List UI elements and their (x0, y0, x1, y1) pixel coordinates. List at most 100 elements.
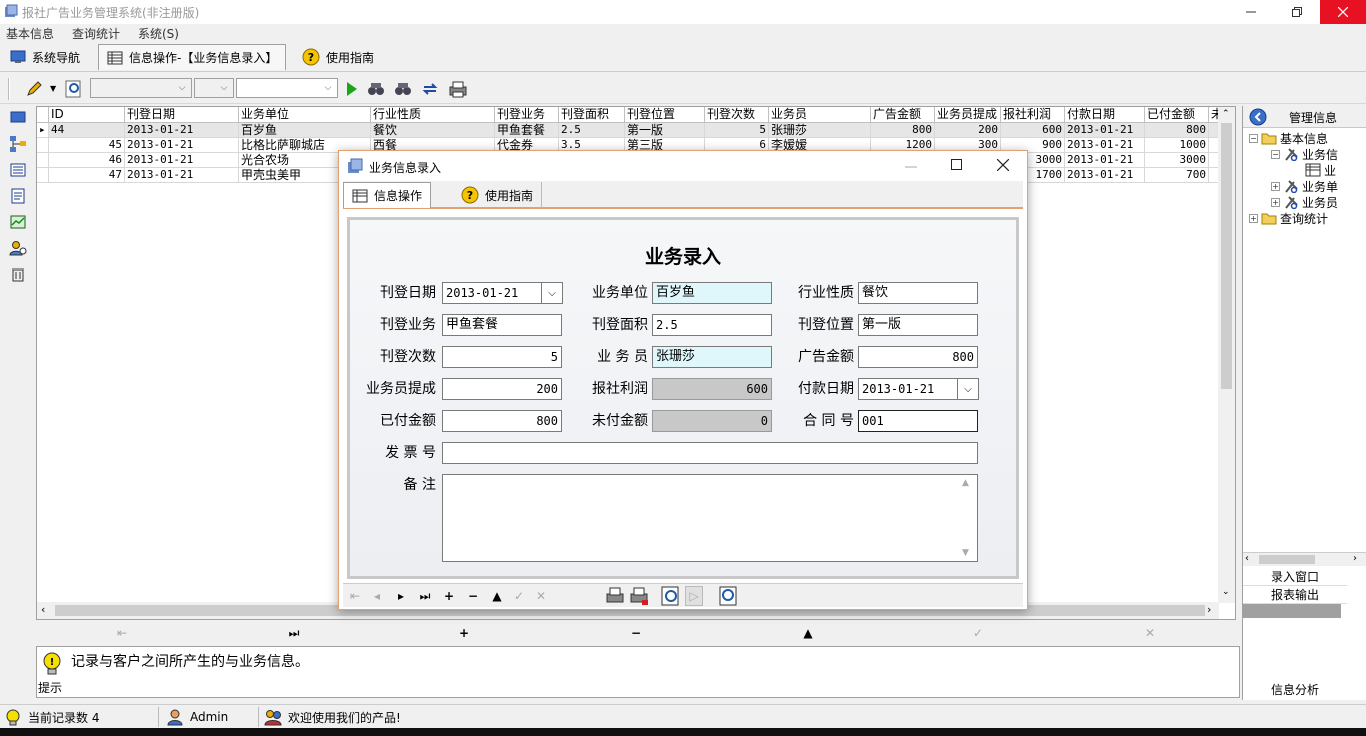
delete-record-button[interactable]: − (463, 587, 483, 605)
value-select[interactable]: ⌵ (236, 78, 338, 98)
insert-record-button[interactable]: + (456, 625, 472, 641)
tree-expander-icon[interactable]: + (1271, 197, 1280, 207)
table-cell[interactable]: 2013-01-21 (1065, 153, 1145, 168)
search-button[interactable] (719, 586, 739, 606)
pub-date-field[interactable]: 2013-01-21 (442, 282, 542, 304)
find-next-button[interactable] (393, 79, 413, 99)
table-cell[interactable]: 2.5 (559, 123, 625, 138)
remark-textarea[interactable] (442, 474, 978, 562)
nav-list-button[interactable] (8, 160, 28, 180)
area-field[interactable]: 2.5 (652, 314, 772, 336)
tab-info-operation[interactable]: 信息操作-【业务信息录入】 (98, 44, 287, 70)
table-cell[interactable]: 800 (871, 123, 935, 138)
column-header[interactable]: 付款日期 (1065, 107, 1145, 123)
cancel-record-button[interactable]: ✕ (531, 587, 551, 605)
edit-pencil-button[interactable] (24, 79, 44, 99)
entry-window-button[interactable]: 录入窗口 (1243, 568, 1347, 586)
scroll-right-icon[interactable]: › (1207, 603, 1211, 616)
last-record-button[interactable]: ⏭ (286, 625, 302, 641)
search-preview-button[interactable] (64, 79, 84, 99)
print-button[interactable] (448, 79, 468, 99)
row-indicator[interactable]: ▸ (37, 123, 49, 138)
industry-field[interactable]: 餐饮 (858, 282, 978, 304)
tab-user-guide[interactable]: ? 使用指南 (294, 44, 382, 70)
contract-field[interactable]: 001 (858, 410, 978, 432)
first-record-button[interactable]: ⇤ (114, 625, 130, 641)
scroll-up-icon[interactable]: ▲ (962, 478, 969, 488)
dialog-minimize-button[interactable] (905, 161, 917, 173)
run-query-button[interactable] (342, 79, 362, 99)
commission-field[interactable]: 200 (442, 378, 562, 400)
table-cell[interactable]: 47 (49, 168, 125, 183)
dialog-maximize-button[interactable] (951, 159, 963, 171)
tree-node[interactable]: + 业务单 (1249, 178, 1366, 194)
scroll-thumb[interactable] (1259, 555, 1315, 564)
print-export-button[interactable] (629, 586, 649, 606)
insert-record-button[interactable]: + (439, 587, 459, 605)
minimize-button[interactable] (1228, 0, 1274, 24)
edit-record-button[interactable]: ▲ (487, 587, 507, 605)
close-button[interactable] (1320, 0, 1366, 24)
collapse-panel-button[interactable] (1249, 108, 1267, 126)
company-field[interactable]: 百岁鱼 (652, 282, 772, 304)
table-cell[interactable]: 600 (1001, 123, 1065, 138)
scroll-left-icon[interactable]: ‹ (41, 603, 45, 616)
find-button[interactable] (366, 79, 386, 99)
restore-button[interactable] (1274, 0, 1320, 24)
tree-expander-icon[interactable]: + (1249, 213, 1258, 223)
column-header[interactable]: 业务员提成 (935, 107, 1001, 123)
column-header[interactable]: 刊登业务 (495, 107, 559, 123)
table-cell[interactable]: 200 (935, 123, 1001, 138)
scroll-down-icon[interactable]: ▼ (962, 548, 969, 558)
next-record-button[interactable]: ▸ (391, 587, 411, 605)
prior-record-button[interactable]: ◂ (367, 587, 387, 605)
tree-expander-icon[interactable]: − (1271, 149, 1280, 159)
nav-trash-button[interactable] (8, 264, 28, 284)
post-record-button[interactable]: ✓ (970, 625, 986, 641)
table-cell[interactable]: 46 (49, 153, 125, 168)
nav-chart-button[interactable] (8, 212, 28, 232)
amount-field[interactable]: 800 (858, 346, 978, 368)
nav-document-button[interactable] (8, 186, 28, 206)
refresh-button[interactable] (420, 79, 440, 99)
column-header[interactable]: 报社利润 (1001, 107, 1065, 123)
table-cell[interactable]: 餐饮 (371, 123, 495, 138)
pay-date-field[interactable]: 2013-01-21 (858, 378, 958, 400)
table-cell[interactable]: 700 (1145, 168, 1209, 183)
menu-query-stats[interactable]: 查询统计 (72, 25, 120, 42)
table-cell[interactable]: 44 (49, 123, 125, 138)
column-header[interactable]: 刊登日期 (125, 107, 239, 123)
column-header[interactable]: 刊登位置 (625, 107, 705, 123)
position-field[interactable]: 第一版 (858, 314, 978, 336)
column-header[interactable]: 业务单位 (239, 107, 371, 123)
info-analysis-button[interactable]: 信息分析 (1243, 680, 1347, 698)
dropdown-arrow-icon[interactable]: ▼ (50, 84, 56, 93)
table-cell[interactable]: 2013-01-21 (125, 153, 239, 168)
table-cell[interactable]: 百岁鱼 (239, 123, 371, 138)
table-cell[interactable]: 张珊莎 (769, 123, 871, 138)
table-cell[interactable]: 1000 (1145, 138, 1209, 153)
tree-node[interactable]: − 业务信 (1249, 146, 1366, 162)
cancel-record-button[interactable]: ✕ (1142, 625, 1158, 641)
salesman-field[interactable]: 张珊莎 (652, 346, 772, 368)
field-select[interactable]: ⌵ (90, 78, 192, 98)
scroll-thumb[interactable] (1221, 123, 1232, 389)
tab-system-nav[interactable]: 系统导航 (2, 44, 88, 70)
nav-monitor-button[interactable] (8, 108, 28, 128)
dialog-tab-guide[interactable]: ? 使用指南 (453, 182, 543, 208)
preview-button[interactable] (661, 586, 681, 606)
tree-node[interactable]: + 业务员 (1249, 194, 1366, 210)
edit-record-button[interactable]: ▲ (800, 625, 816, 641)
tree-node[interactable]: 业 (1249, 162, 1366, 178)
table-cell[interactable]: 2013-01-21 (125, 138, 239, 153)
table-cell[interactable]: 2013-01-21 (1065, 168, 1145, 183)
print-button[interactable] (605, 586, 625, 606)
menu-basic-info[interactable]: 基本信息 (6, 25, 54, 42)
tree-expander-icon[interactable]: − (1249, 133, 1258, 143)
column-header[interactable]: 行业性质 (371, 107, 495, 123)
grid-vscroll[interactable]: ⌃ ⌄ (1218, 107, 1235, 603)
scroll-right-icon[interactable]: › (1353, 553, 1357, 564)
row-indicator[interactable] (37, 168, 49, 183)
table-cell[interactable]: 3000 (1145, 153, 1209, 168)
table-cell[interactable]: 800 (1145, 123, 1209, 138)
